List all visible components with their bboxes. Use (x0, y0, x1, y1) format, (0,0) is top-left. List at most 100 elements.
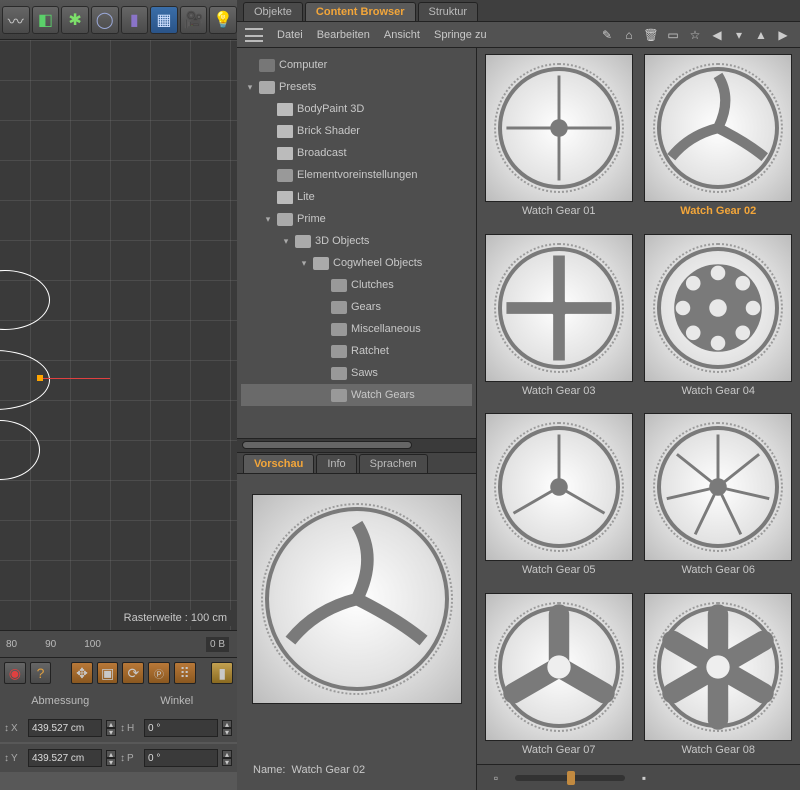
asset-label: Watch Gear 03 (522, 385, 596, 397)
keyframe-button[interactable]: ▮ (211, 662, 233, 684)
preset-tree[interactable]: Computer▾PresetsBodyPaint 3D Brick Shader… (237, 48, 476, 438)
tree-item[interactable]: BodyPaint 3D (241, 98, 472, 120)
edit-icon[interactable]: ✎ (598, 26, 616, 44)
menu-springe-zu[interactable]: Springe zu (434, 29, 487, 41)
menu-datei[interactable]: Datei (277, 29, 303, 41)
tree-item[interactable]: Lite (241, 186, 472, 208)
tree-item[interactable]: ▾Prime (241, 208, 472, 230)
trash-icon[interactable]: 🗑 (642, 26, 660, 44)
asset-item[interactable]: Watch Gear 03 (483, 234, 635, 406)
x-stepper[interactable]: ▴▾ (106, 720, 116, 736)
folder-icon (295, 235, 311, 248)
p-stepper[interactable]: ▴▾ (222, 750, 232, 766)
spline-curve (0, 270, 50, 330)
tree-item[interactable]: Elementvoreinstellungen (241, 164, 472, 186)
tree-item[interactable]: Ratchet (241, 340, 472, 362)
asset-item[interactable]: Watch Gear 07 (483, 593, 635, 765)
asset-grid[interactable]: Watch Gear 01 Watch Gear 02 Watch Gear 0… (477, 48, 800, 764)
tree-item[interactable]: ▾3D Objects (241, 230, 472, 252)
tool-array-icon[interactable]: ✱ (61, 6, 89, 34)
tree-scrollbar[interactable] (237, 438, 476, 452)
up-icon[interactable]: ▲ (752, 26, 770, 44)
asset-item[interactable]: Watch Gear 05 (483, 413, 635, 585)
asset-item[interactable]: Watch Gear 08 (643, 593, 795, 765)
psr-button[interactable]: Ⓟ (148, 662, 170, 684)
view-small-icon[interactable]: ▫ (487, 769, 505, 787)
tree-item[interactable]: Saws (241, 362, 472, 384)
tab-content-browser[interactable]: Content Browser (305, 2, 416, 21)
tool-extrude-icon[interactable]: 〰 (2, 6, 30, 34)
tool-shell-icon[interactable]: ◯ (91, 6, 119, 34)
twisty-icon[interactable]: ▾ (281, 236, 291, 247)
tree-item[interactable]: ▾Cogwheel Objects (241, 252, 472, 274)
book-icon[interactable]: ▭ (664, 26, 682, 44)
folder-icon (277, 169, 293, 182)
p-angle-field[interactable]: 0 ° (144, 749, 218, 767)
scale-tool-button[interactable]: ▣ (97, 662, 119, 684)
tree-item-label: Miscellaneous (351, 323, 421, 335)
grid-button[interactable]: ⠿ (174, 662, 196, 684)
content-browser-panel: Objekte Content Browser Struktur Datei B… (237, 0, 800, 790)
tool-grid-icon[interactable]: ▦ (150, 6, 178, 34)
move-tool-button[interactable]: ✥ (71, 662, 93, 684)
tree-item-label: Gears (351, 301, 381, 313)
folder-icon (259, 81, 275, 94)
tree-item[interactable]: Gears (241, 296, 472, 318)
y-stepper[interactable]: ▴▾ (106, 750, 116, 766)
tab-struktur[interactable]: Struktur (418, 2, 479, 21)
record-button[interactable]: ◉ (4, 662, 26, 684)
viewport-3d[interactable]: Rasterweite : 100 cm (0, 40, 237, 630)
tree-item-label: Broadcast (297, 147, 347, 159)
asset-thumbnail (485, 234, 633, 382)
tree-item[interactable]: Miscellaneous (241, 318, 472, 340)
tab-vorschau[interactable]: Vorschau (243, 454, 314, 473)
asset-item[interactable]: Watch Gear 04 (643, 234, 795, 406)
tab-sprachen[interactable]: Sprachen (359, 454, 428, 473)
menu-bearbeiten[interactable]: Bearbeiten (317, 29, 370, 41)
twisty-icon[interactable]: ▾ (263, 214, 273, 225)
asset-thumbnail (644, 54, 792, 202)
tree-item-label: Brick Shader (297, 125, 360, 137)
h-angle-field[interactable]: 0 ° (144, 719, 218, 737)
star-icon[interactable]: ☆ (686, 26, 704, 44)
tree-item[interactable]: Computer (241, 54, 472, 76)
tab-objekte[interactable]: Objekte (243, 2, 303, 21)
tool-camera-icon[interactable]: 🎥 (180, 6, 208, 34)
axis-origin-icon[interactable] (37, 375, 43, 381)
tree-item[interactable]: Broadcast (241, 142, 472, 164)
asset-item[interactable]: Watch Gear 02 (643, 54, 795, 226)
help-button[interactable]: ? (30, 662, 52, 684)
asset-item[interactable]: Watch Gear 06 (643, 413, 795, 585)
raster-width-label: Rasterweite : 100 cm (120, 610, 231, 626)
tool-cube-icon[interactable]: ◧ (32, 6, 60, 34)
back-icon[interactable]: ◀ (708, 26, 726, 44)
asset-label: Watch Gear 05 (522, 564, 596, 576)
tree-item[interactable]: Brick Shader (241, 120, 472, 142)
nav-icon[interactable]: ▾ (730, 26, 748, 44)
tab-info[interactable]: Info (316, 454, 356, 473)
preview-box: Name: Watch Gear 02 (237, 474, 476, 790)
rotate-tool-button[interactable]: ⟳ (122, 662, 144, 684)
tree-item-label: Clutches (351, 279, 394, 291)
asset-item[interactable]: Watch Gear 01 (483, 54, 635, 226)
fwd-icon[interactable]: ▶ (774, 26, 792, 44)
h-label: ↕ H (120, 723, 140, 734)
h-stepper[interactable]: ▴▾ (222, 720, 232, 736)
tool-deformer-icon[interactable]: ▮ (121, 6, 149, 34)
tree-item[interactable]: ▾Presets (241, 76, 472, 98)
transport-row: ◉ ? ✥ ▣ ⟳ Ⓟ ⠿ ▮ (0, 658, 237, 688)
home-icon[interactable]: ⌂ (620, 26, 638, 44)
twisty-icon[interactable]: ▾ (245, 82, 255, 93)
tool-light-icon[interactable]: 💡 (209, 6, 237, 34)
twisty-icon[interactable]: ▾ (299, 258, 309, 269)
coord-headers: Abmessung Winkel (0, 688, 237, 714)
y-dimension-field[interactable]: 439.527 cm (28, 749, 102, 767)
view-large-icon[interactable]: ▪ (635, 769, 653, 787)
x-dimension-field[interactable]: 439.527 cm (28, 719, 102, 737)
thumbnail-size-slider[interactable] (515, 775, 625, 781)
tree-item[interactable]: Watch Gears (241, 384, 472, 406)
tree-item[interactable]: Clutches (241, 274, 472, 296)
menu-ansicht[interactable]: Ansicht (384, 29, 420, 41)
timeline-ruler[interactable]: 80 90 100 0 B (0, 630, 237, 658)
menu-icon[interactable] (245, 28, 263, 42)
